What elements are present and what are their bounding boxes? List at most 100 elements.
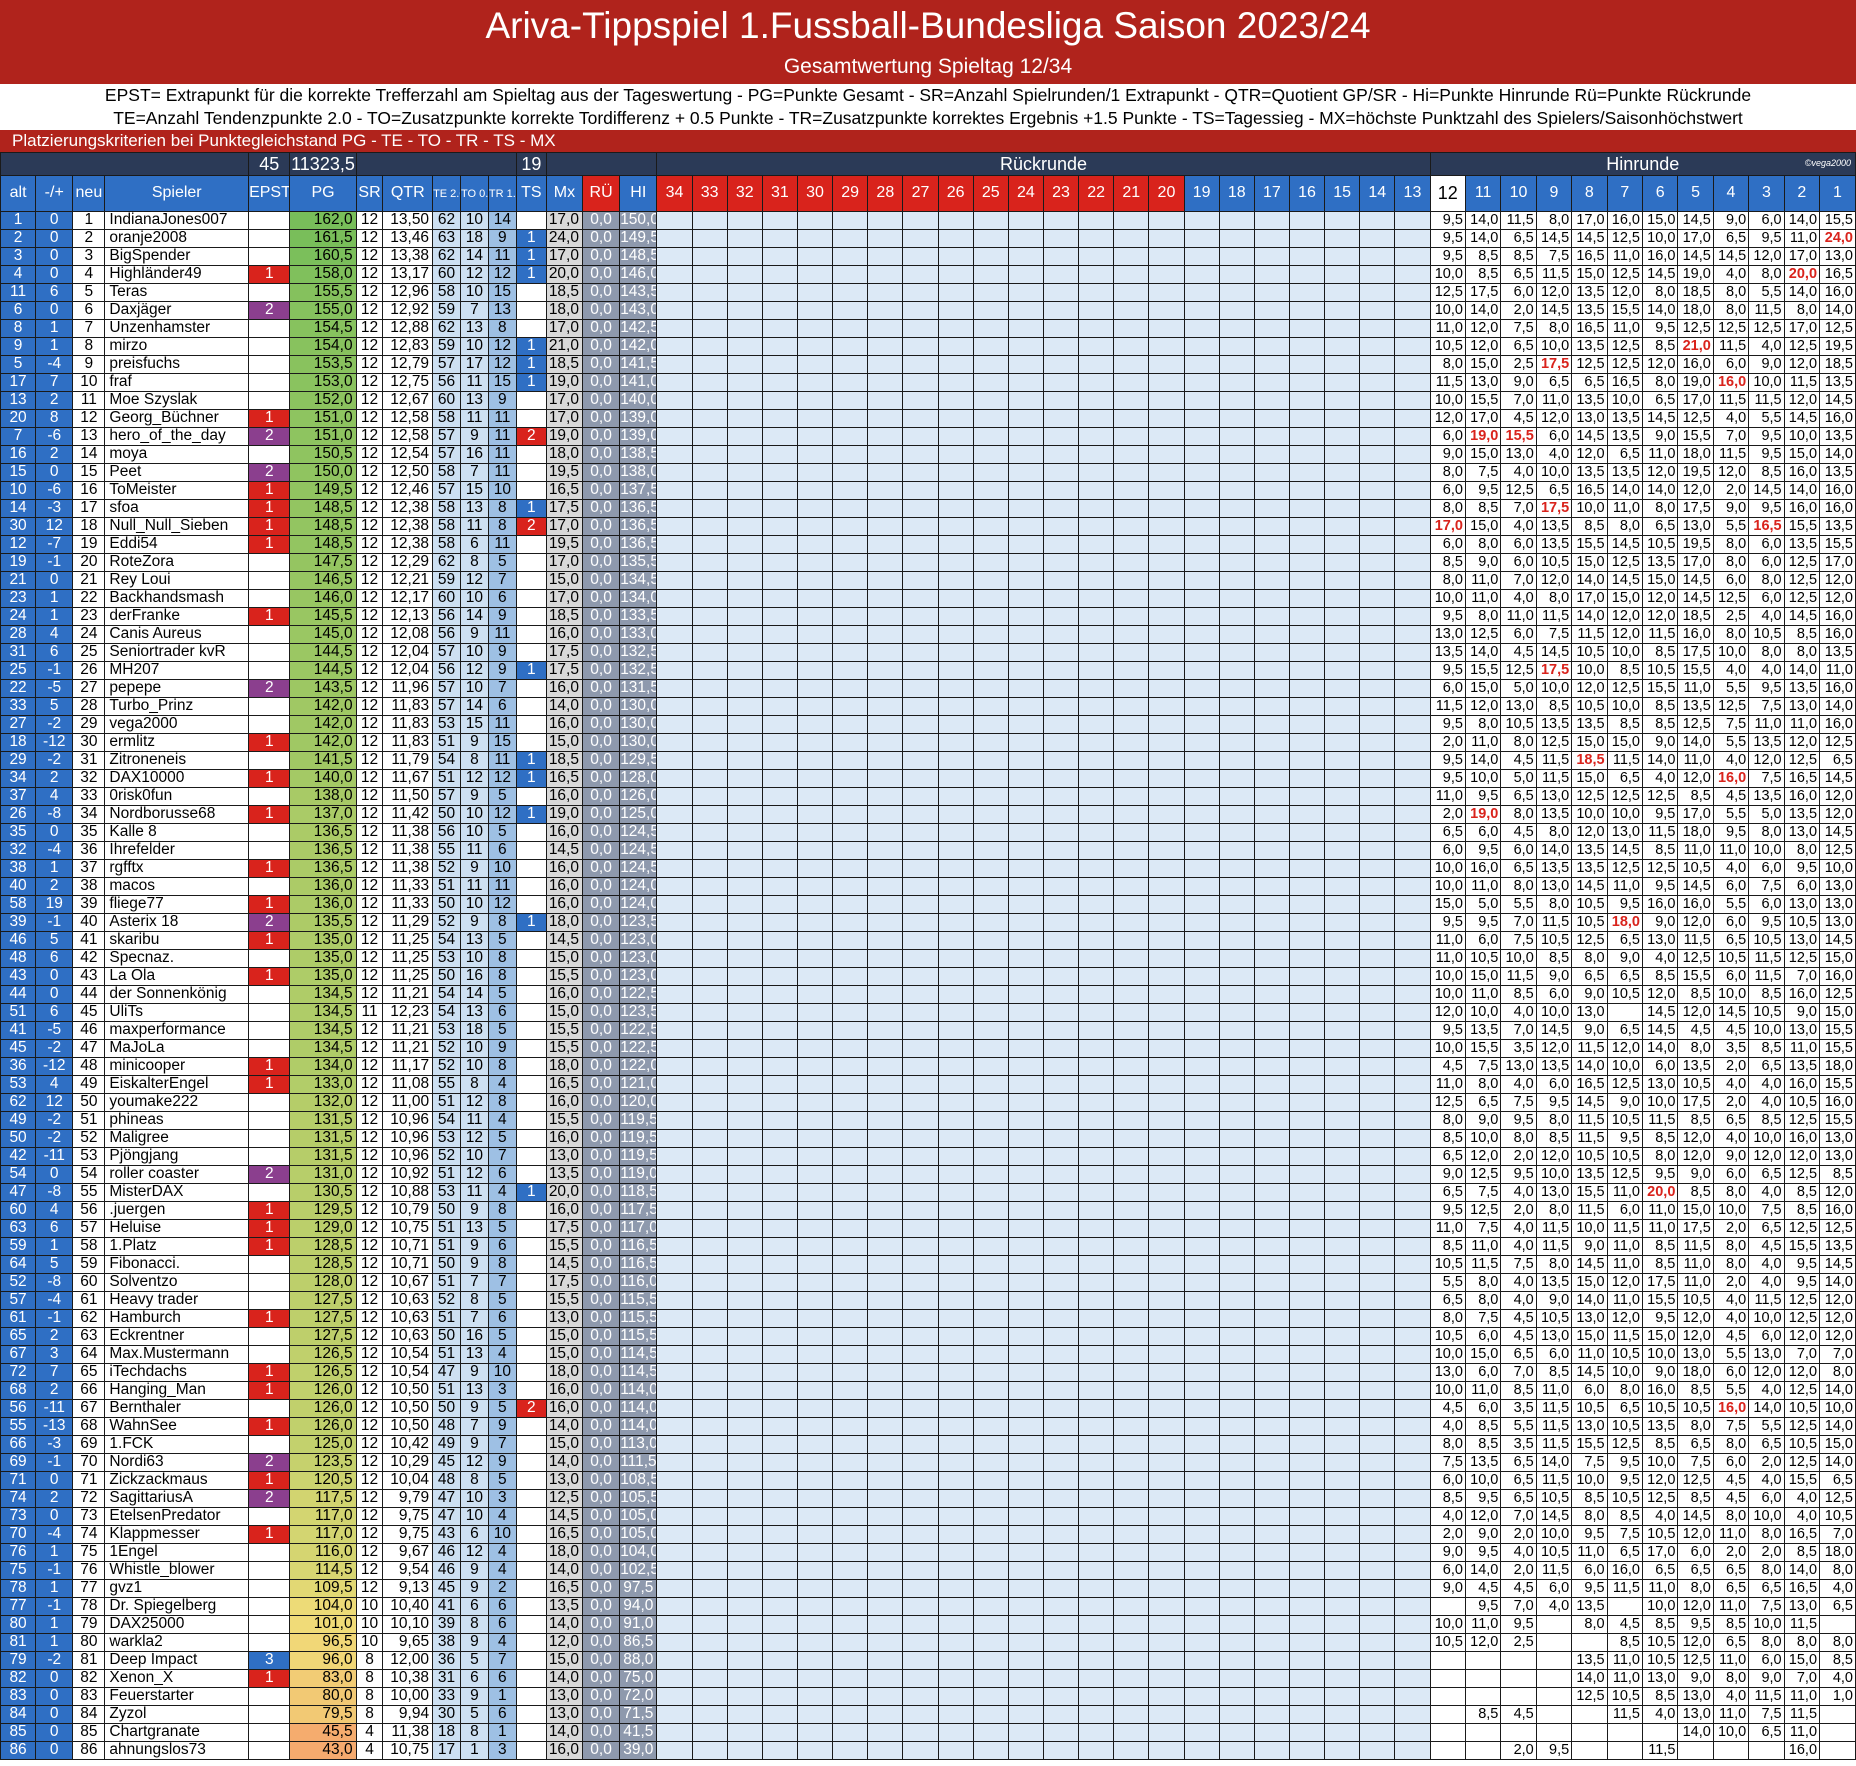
col-day-30[interactable]: 30: [796, 175, 834, 212]
table-row[interactable]: 69 -1 70 Nordi63 2 123,5 12 10,29 45 12 9 14,0 0,0 11…: [0, 1453, 1856, 1472]
col-pg[interactable]: PG: [289, 175, 357, 212]
col-day-7[interactable]: 7: [1606, 175, 1643, 212]
table-row[interactable]: 23 1 22 Backhandsmash 146,0 12 12,17 60 10 6 17,0 0…: [0, 589, 1856, 608]
table-row[interactable]: 80 1 79 DAX25000 101,0 10 10,10 39 8 6 14,0 0,0 91,0…: [0, 1615, 1856, 1634]
col-day-13[interactable]: 13: [1394, 175, 1431, 212]
col-day-28[interactable]: 28: [867, 175, 904, 212]
table-row[interactable]: 3 0 3 BigSpender 160,5 12 13,38 62 14 11 1 17,0 0,0 1…: [0, 247, 1856, 266]
table-row[interactable]: 54 0 54 roller coaster 2 131,0 12 10,92 51 12 6 13,…: [0, 1165, 1856, 1184]
table-row[interactable]: 76 1 75 1Engel 116,0 12 9,67 46 12 4 18,0 0,0 104,0 9…: [0, 1543, 1856, 1562]
col-day-26[interactable]: 26: [937, 175, 974, 212]
col-spieler[interactable]: Spieler: [104, 175, 250, 212]
col-ru[interactable]: RÜ: [581, 175, 621, 212]
col-to[interactable]: TO 0.5: [459, 175, 489, 212]
table-row[interactable]: 53 4 49 EiskalterEngel 1 133,0 12 11,08 55 8 4 16,5…: [0, 1075, 1856, 1094]
table-row[interactable]: 60 4 56 .juergen 1 129,5 12 10,79 50 9 8 16,0 0,0 117…: [0, 1201, 1856, 1220]
table-row[interactable]: 8 1 7 Unzenhamster 154,5 12 12,88 62 13 8 17,0 0,0 1…: [0, 319, 1856, 338]
table-row[interactable]: 40 2 38 macos 136,0 12 11,33 51 11 11 16,0 0,0 124,0…: [0, 877, 1856, 896]
table-row[interactable]: 20 8 12 Georg_Büchner 1 151,0 12 12,58 58 11 11 17,…: [0, 409, 1856, 428]
col-mx[interactable]: Mx: [545, 175, 583, 212]
table-row[interactable]: 22 -5 27 pepepe 2 143,5 12 11,96 57 10 7 16,0 0,0 131…: [0, 679, 1856, 698]
table-row[interactable]: 24 1 23 derFranke 1 145,5 12 12,13 56 14 9 18,5 0,0 1…: [0, 607, 1856, 626]
table-row[interactable]: 64 5 59 Fibonacci. 128,5 12 10,71 50 9 8 14,5 0,0 11…: [0, 1255, 1856, 1274]
table-row[interactable]: 17 7 10 fraf 153,0 12 12,75 56 11 15 1 19,0 0,0 141,0…: [0, 373, 1856, 392]
table-row[interactable]: 16 2 14 moya 150,5 12 12,54 57 16 11 18,0 0,0 138,5 9…: [0, 445, 1856, 464]
table-row[interactable]: 21 0 21 Rey Loui 146,5 12 12,21 59 12 7 15,0 0,0 134…: [0, 571, 1856, 590]
col-day-25[interactable]: 25: [972, 175, 1009, 212]
col-day-14[interactable]: 14: [1359, 175, 1396, 212]
table-row[interactable]: 73 0 73 EtelsenPredator 117,0 12 9,75 47 10 4 14,5…: [0, 1507, 1856, 1526]
table-row[interactable]: 43 0 43 La Ola 1 135,0 12 11,25 50 16 8 15,5 0,0 123,…: [0, 967, 1856, 986]
table-row[interactable]: 50 -2 52 Maligree 131,5 12 10,96 53 12 5 16,0 0,0 11…: [0, 1129, 1856, 1148]
col-te[interactable]: TE 2.0: [432, 175, 461, 212]
table-row[interactable]: 5 -4 9 preisfuchs 153,5 12 12,79 57 17 12 1 18,5 0,0…: [0, 355, 1856, 374]
col-neu[interactable]: neu: [72, 175, 106, 212]
col-day-12[interactable]: 12: [1429, 175, 1466, 212]
table-row[interactable]: 38 1 37 rgfftx 1 136,5 12 11,38 52 9 10 16,0 0,0 124,…: [0, 859, 1856, 878]
col-qtr[interactable]: QTR: [382, 175, 434, 212]
table-row[interactable]: 41 -5 46 maxperformance 134,5 12 11,21 53 18 5 15,…: [0, 1021, 1856, 1040]
table-row[interactable]: 52 -8 60 Solventzo 128,0 12 10,67 51 7 7 17,5 0,0 11…: [0, 1273, 1856, 1292]
table-row[interactable]: 67 3 64 Max.Mustermann 126,5 12 10,54 51 13 4 15,0…: [0, 1345, 1856, 1364]
table-row[interactable]: 79 -2 81 Deep Impact 3 96,0 8 12,00 36 5 7 15,0 0,0 8…: [0, 1651, 1856, 1670]
col-diff[interactable]: -/+: [35, 175, 74, 212]
table-row[interactable]: 47 -8 55 MisterDAX 130,5 12 10,88 53 11 4 1 20,0 0,0…: [0, 1183, 1856, 1202]
col-alt[interactable]: alt: [0, 175, 37, 212]
table-row[interactable]: 86 0 86 ahnungslos73 43,0 4 10,75 17 1 3 16,0 0,0 39…: [0, 1741, 1856, 1760]
table-row[interactable]: 36 -12 48 minicooper 1 134,0 12 11,17 52 10 8 18,0 0…: [0, 1057, 1856, 1076]
table-row[interactable]: 68 2 66 Hanging_Man 1 126,0 12 10,50 51 13 3 16,0 0,…: [0, 1381, 1856, 1400]
table-row[interactable]: 71 0 71 Zickzackmaus 1 120,5 12 10,04 48 8 5 13,0 0,…: [0, 1471, 1856, 1490]
col-day-31[interactable]: 31: [761, 175, 798, 212]
table-row[interactable]: 75 -1 76 Whistle_blower 114,5 12 9,54 46 9 4 14,0 0…: [0, 1561, 1856, 1580]
table-row[interactable]: 72 7 65 iTechdachs 1 126,5 12 10,54 47 9 10 18,0 0,0…: [0, 1363, 1856, 1382]
table-row[interactable]: 39 -1 40 Asterix 18 2 135,5 12 11,29 52 9 8 1 18,0 0,…: [0, 913, 1856, 932]
table-row[interactable]: 15 0 15 Peet 2 150,0 12 12,50 58 7 11 19,5 0,0 138,0 8…: [0, 463, 1856, 482]
col-day-27[interactable]: 27: [902, 175, 939, 212]
col-day-21[interactable]: 21: [1113, 175, 1150, 212]
col-day-22[interactable]: 22: [1078, 175, 1115, 212]
col-day-5[interactable]: 5: [1677, 175, 1714, 212]
table-row[interactable]: 11 6 5 Teras 155,5 12 12,96 58 10 15 18,5 0,0 143,5 1…: [0, 283, 1856, 302]
table-row[interactable]: 29 -2 31 Zitroneneis 141,5 12 11,79 54 8 11 1 18,5 0…: [0, 751, 1856, 770]
table-row[interactable]: 61 -1 62 Hamburch 1 127,5 12 10,63 51 7 6 13,0 0,0 11…: [0, 1309, 1856, 1328]
col-day-18[interactable]: 18: [1218, 175, 1255, 212]
table-row[interactable]: 85 0 85 Chartgranate 45,5 4 11,38 18 8 1 14,0 0,0 41…: [0, 1723, 1856, 1742]
table-row[interactable]: 42 -11 53 Pjöngjang 131,5 12 10,96 52 10 7 13,0 0,0…: [0, 1147, 1856, 1166]
col-day-11[interactable]: 11: [1464, 175, 1502, 212]
table-row[interactable]: 27 -2 29 vega2000 142,0 12 11,83 53 15 11 16,0 0,0 1…: [0, 715, 1856, 734]
col-sr[interactable]: SR: [355, 175, 384, 212]
col-day-17[interactable]: 17: [1253, 175, 1290, 212]
table-row[interactable]: 45 -2 47 MaJoLa 134,5 12 11,21 52 10 9 15,5 0,0 122,…: [0, 1039, 1856, 1058]
table-row[interactable]: 7 -6 13 hero_of_the_day 2 151,0 12 12,58 57 9 11 2 1…: [0, 427, 1856, 446]
table-row[interactable]: 12 -7 19 Eddi54 1 148,5 12 12,38 58 6 11 19,5 0,0 136…: [0, 535, 1856, 554]
table-row[interactable]: 30 12 18 Null_Null_Sieben 1 148,5 12 12,38 58 11 8…: [0, 517, 1856, 536]
table-row[interactable]: 83 0 83 Feuerstarter 80,0 8 10,00 33 9 1 13,0 0,0 72…: [0, 1687, 1856, 1706]
col-day-34[interactable]: 34: [656, 175, 693, 212]
table-row[interactable]: 2 0 2 oranje2008 161,5 12 13,46 63 18 9 1 24,0 0,0 14…: [0, 229, 1856, 248]
table-row[interactable]: 81 1 80 warkla2 96,5 10 9,65 38 9 4 12,0 0,0 86,5 10,…: [0, 1633, 1856, 1652]
col-day-10[interactable]: 10: [1500, 175, 1537, 212]
col-day-6[interactable]: 6: [1641, 175, 1679, 212]
table-row[interactable]: 25 -1 26 MH207 144,5 12 12,04 56 12 9 1 17,5 0,0 132,…: [0, 661, 1856, 680]
table-row[interactable]: 65 2 63 Eckrentner 127,5 12 10,63 50 16 5 15,0 0,0 1…: [0, 1327, 1856, 1346]
col-hi[interactable]: HI: [619, 175, 658, 212]
col-day-16[interactable]: 16: [1288, 175, 1326, 212]
table-row[interactable]: 51 6 45 UliTs 134,5 11 12,23 54 13 6 15,0 0,0 123,5 1…: [0, 1003, 1856, 1022]
col-epst[interactable]: EPST: [248, 175, 291, 212]
table-row[interactable]: 18 -12 30 ermlitz 1 142,0 12 11,83 51 9 15 15,0 0,0 1…: [0, 733, 1856, 752]
table-row[interactable]: 84 0 84 Zyzol 79,5 8 9,94 30 5 6 13,0 0,0 71,5 8,5 4,5…: [0, 1705, 1856, 1724]
table-row[interactable]: 78 1 77 gvz1 109,5 12 9,13 45 9 2 16,5 0,0 97,5 9,0 4,…: [0, 1579, 1856, 1598]
table-row[interactable]: 74 2 72 SagittariusA 2 117,5 12 9,79 47 10 3 12,5 0,…: [0, 1489, 1856, 1508]
col-day-32[interactable]: 32: [726, 175, 763, 212]
table-row[interactable]: 59 1 58 1.Platz 1 128,5 12 10,71 51 9 6 15,5 0,0 116,…: [0, 1237, 1856, 1256]
table-row[interactable]: 35 0 35 Kalle 8 136,5 12 11,38 56 10 5 16,0 0,0 124,…: [0, 823, 1856, 842]
col-day-29[interactable]: 29: [832, 175, 869, 212]
table-row[interactable]: 48 6 42 Specnaz. 135,0 12 11,25 53 10 8 15,0 0,0 123…: [0, 949, 1856, 968]
table-row[interactable]: 19 -1 20 RoteZora 147,5 12 12,29 62 8 5 17,0 0,0 135…: [0, 553, 1856, 572]
table-row[interactable]: 14 -3 17 sfoa 1 148,5 12 12,38 58 13 8 1 17,5 0,0 136,…: [0, 499, 1856, 518]
table-row[interactable]: 55 -13 68 WahnSee 1 126,0 12 10,50 48 7 9 14,0 0,0 11…: [0, 1417, 1856, 1436]
table-row[interactable]: 13 2 11 Moe Szyslak 152,0 12 12,67 60 13 9 17,0 0,0…: [0, 391, 1856, 410]
table-row[interactable]: 1 0 1 IndianaJones007 162,0 12 13,50 62 10 14 17,0…: [0, 211, 1856, 230]
table-row[interactable]: 33 5 28 Turbo_Prinz 142,0 12 11,83 57 14 6 14,0 0,0…: [0, 697, 1856, 716]
table-row[interactable]: 32 -4 36 Ihrefelder 136,5 12 11,38 55 11 6 14,5 0,0…: [0, 841, 1856, 860]
